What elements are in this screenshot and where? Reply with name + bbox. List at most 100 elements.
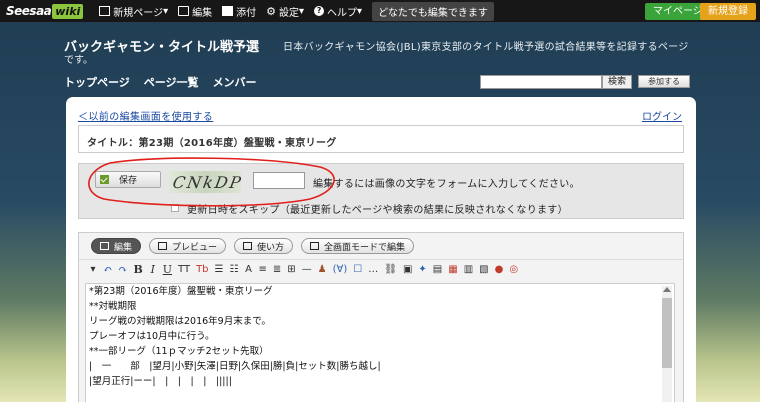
tab-howto-label: 使い方 (257, 242, 285, 253)
skip-update-label: 更新日時をスキップ（最近更新したページや検索の結果に反映されなくなります） (187, 205, 568, 216)
nav-members[interactable]: メンバー (213, 74, 257, 90)
search-button[interactable]: 検索 (602, 75, 632, 89)
stamp-icon[interactable]: ♟ (318, 264, 327, 275)
align-center-icon[interactable]: ≡ (258, 264, 266, 275)
help-menu[interactable]: ? ヘルプ ▾ (314, 4, 362, 19)
tab-fullscreen-label: 全画面モードで編集 (324, 242, 406, 253)
save-label: 保存 (119, 176, 138, 186)
attach-menu[interactable]: 添付 (222, 4, 256, 19)
editor-toolbar: ▾ ↶ ↷ B I U TT Tb ☰ ☷ A ≡ ≣ ⊞ — ♟ (∀) ☐ … (79, 259, 683, 279)
tab-edit[interactable]: 編集 (91, 238, 142, 254)
fullscreen-icon (310, 242, 320, 250)
dropdown-icon[interactable]: ▾ (89, 264, 97, 275)
font-size-icon[interactable]: TT (178, 264, 190, 275)
font-color-icon[interactable]: Tb (196, 264, 208, 275)
join-button[interactable]: 参加する (638, 75, 690, 88)
help-icon: ? (314, 6, 325, 16)
tab-howto[interactable]: 使い方 (234, 238, 294, 254)
chevron-down-icon: ▾ (357, 5, 363, 17)
ellipsis-icon[interactable]: … (368, 264, 378, 275)
plugin-icon[interactable]: ◎ (509, 264, 518, 275)
bullet-list-icon[interactable]: ☰ (215, 264, 224, 275)
logo-text: Seesaa (6, 4, 52, 18)
youtube-icon[interactable]: ▦ (448, 264, 457, 275)
old-editor-link[interactable]: ＜以前の編集画面を使用する (78, 108, 213, 123)
preview-icon (158, 242, 168, 250)
gear-icon: ⚙ (266, 4, 277, 18)
page-title-box: タイトル：第23期（2016年度）盤聖戦・東京リーグ (78, 125, 684, 153)
scrollbar[interactable] (662, 286, 672, 402)
checkbox-icon[interactable]: ☐ (353, 264, 362, 275)
captcha-image: CNkDP (169, 171, 241, 193)
login-link[interactable]: ログイン (642, 108, 682, 123)
embed-icon[interactable]: ▤ (433, 264, 442, 275)
logo-wiki: wiki (52, 3, 84, 19)
edit-panel: ＜以前の編集画面を使用する ログイン タイトル：第23期（2016年度）盤聖戦・… (66, 97, 696, 402)
editor-mode-tabs: 編集 プレビュー 使い方 全画面モードで編集 (91, 238, 422, 254)
info-icon (243, 242, 253, 250)
new-page-label: 新規ページ (113, 7, 164, 19)
tab-fullscreen[interactable]: 全画面モードで編集 (301, 238, 415, 254)
tab-edit-label: 編集 (114, 242, 133, 253)
page-title: タイトル：第23期（2016年度）盤聖戦・東京リーグ (87, 138, 337, 149)
wiki-text-area[interactable]: *第23期（2016年度）盤聖戦・東京リーグ **対戦期限 リーグ戦の対戦期限は… (85, 283, 675, 402)
edit-label: 編集 (192, 7, 213, 19)
underline-icon[interactable]: U (163, 263, 172, 276)
heading-icon[interactable]: A (244, 264, 252, 275)
attach-label: 添付 (236, 7, 257, 19)
table-icon[interactable]: ⊞ (287, 264, 295, 275)
site-title[interactable]: バックギャモン・タイトル戦予選 (64, 36, 259, 55)
video-icon[interactable]: ▧ (479, 264, 488, 275)
page-icon (99, 6, 111, 16)
settings-label: 設定 (279, 7, 300, 19)
undo-icon[interactable]: ↶ (103, 263, 112, 276)
captcha-input[interactable] (253, 172, 305, 189)
settings-menu[interactable]: ⚙ 設定 ▾ (266, 4, 304, 19)
align-right-icon[interactable]: ≣ (273, 264, 281, 275)
numbered-list-icon[interactable]: ☷ (230, 264, 239, 275)
italic-icon[interactable]: I (149, 263, 157, 276)
horizontal-rule-icon[interactable]: — (302, 264, 312, 275)
seesaa-wiki-logo[interactable]: Seesaa wiki (6, 0, 84, 22)
chevron-down-icon: ▾ (299, 5, 305, 17)
nav-top-page[interactable]: トップページ (64, 74, 130, 90)
text-line: | 一 部 |望月|小野|矢澤|日野|久保田|勝|負|セット数|勝ち越し| (89, 361, 381, 372)
tab-preview-label: プレビュー (172, 242, 218, 253)
save-button[interactable]: 保存 (95, 171, 161, 188)
nav-page-list[interactable]: ページ一覧 (144, 74, 199, 90)
wiki-editor: 編集 プレビュー 使い方 全画面モードで編集 ▾ ↶ ↷ B I U TT Tb (78, 232, 684, 402)
chevron-down-icon: ▾ (163, 5, 169, 17)
tab-preview[interactable]: プレビュー (149, 238, 227, 254)
captcha-box: 保存 CNkDP 編集するには画像の文字をフォームに入力してください。 更新日時… (78, 163, 684, 219)
amazon-icon[interactable]: ▥ (464, 264, 473, 275)
help-label: ヘルプ (327, 7, 358, 19)
new-page-menu[interactable]: 新規ページ ▾ (99, 4, 168, 19)
edit-menu[interactable]: 編集 (178, 4, 212, 19)
scroll-up-arrow-icon[interactable] (663, 287, 671, 292)
emoticon-icon[interactable]: (∀) (333, 264, 348, 275)
site-nav: トップページ ページ一覧 メンバー (64, 74, 271, 90)
pencil-icon (100, 242, 109, 250)
twitter-icon[interactable]: ✦ (418, 264, 426, 275)
image-icon (222, 6, 234, 16)
top-bar: Seesaa wiki 新規ページ ▾ 編集 添付 ⚙ 設定 ▾ ? ヘルプ ▾ どな… (0, 0, 760, 22)
map-pin-icon[interactable]: ● (495, 264, 504, 275)
text-line: |望月正行|ーー| | | | | ||||| (89, 376, 232, 387)
search-input[interactable] (480, 75, 602, 89)
image-icon[interactable]: ▣ (403, 264, 412, 275)
text-line: リーグ戦の対戦期限は2016年9月末まで。 (89, 316, 271, 327)
text-line: *第23期（2016年度）盤聖戦・東京リーグ (89, 286, 273, 297)
captcha-instruction: 編集するには画像の文字をフォームに入力してください。 (313, 179, 580, 190)
register-button[interactable]: 新規登録 (700, 3, 756, 20)
text-line: プレーオフは10月中に行う。 (89, 331, 215, 342)
captcha-image-text: CNkDP (171, 173, 241, 192)
site-description: 日本バックギャモン協会(JBL)東京支部のタイトル戦予選の試合結果等を記録するペ… (283, 42, 689, 53)
anyone-edit-badge: どなたでも編集できます (372, 1, 494, 21)
scrollbar-thumb[interactable] (662, 298, 672, 368)
text-line: **一部リーグ（11ｐマッチ2セット先取） (89, 346, 269, 357)
link-icon[interactable]: ⛓ (384, 264, 397, 275)
skip-update-checkbox[interactable] (171, 204, 179, 212)
redo-icon[interactable]: ↷ (118, 263, 127, 276)
bold-icon[interactable]: B (133, 263, 142, 276)
edit-icon (178, 6, 190, 16)
